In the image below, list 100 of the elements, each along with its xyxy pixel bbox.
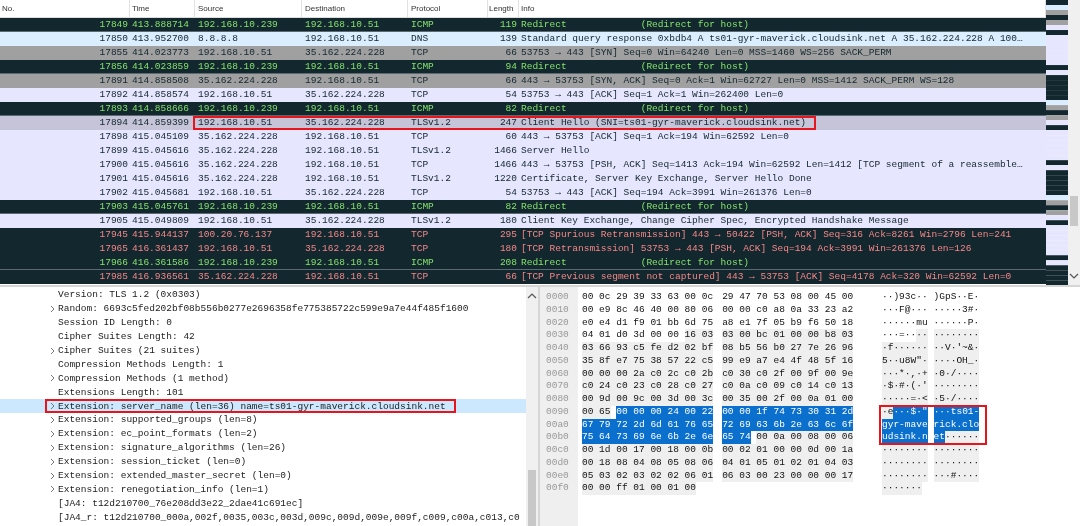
table-cell-text: TCP xyxy=(410,271,430,283)
column-header[interactable]: Protocol xyxy=(408,0,488,17)
expand-icon[interactable] xyxy=(49,457,55,466)
table-cell-text: Certificate, Server Key Exchange, Server Hello Done xyxy=(520,173,812,185)
packet-row[interactable]: 17893 414.858666 192.168.10.239 192.168.10.51 ICMP 82 Redirect (Redirect for host) xyxy=(0,102,1046,116)
tree-item[interactable]: Cipher Suites (21 suites) xyxy=(0,343,526,358)
scroll-down-icon[interactable] xyxy=(1069,273,1079,279)
packet-row[interactable]: 17905 415.049809 192.168.10.51 35.162.224.228 TLSv1.2 180 Client Key Exchange, Change Cipher Spec, Encrypted Handshake Message xyxy=(0,214,1046,228)
table-cell-text: 192.168.10.51 xyxy=(304,60,381,73)
packet-row[interactable]: 17901 415.045616 35.162.224.228 192.168.10.51 TLSv1.2 1220 Certificate, Server Key Exchange, Server Hello Done xyxy=(0,172,1046,186)
tree-item[interactable]: [JA4_r: t12d210700_000a,002f,0035,003c,003d,009c,009d,009e,009f,c009,c00a,c013,c0 xyxy=(0,510,526,525)
expand-icon[interactable] xyxy=(49,471,55,480)
packet-row[interactable]: 17965 416.361437 192.168.10.51 35.162.224.228 TCP 180 [TCP Retransmission] 53753 → 443 [PSH, ACK] Seq=194 Ack=3991 Win=261376 Len=126 xyxy=(0,242,1046,256)
ascii-text: )GpS··E· xyxy=(933,291,980,304)
field-text: Extension: ec_point_formats (len=2) xyxy=(57,428,258,440)
scroll-thumb[interactable] xyxy=(1070,196,1078,226)
packet-row[interactable]: 17899 415.045616 35.162.224.228 192.168.10.51 TLSv1.2 1466 Server Hello xyxy=(0,144,1046,158)
table-cell-text: 192.168.10.239 xyxy=(197,256,279,269)
scrollbar[interactable] xyxy=(526,287,538,526)
tree-item[interactable]: Extension: supported_groups (len=8) xyxy=(0,413,526,427)
packet-row[interactable]: 17894 414.859399 192.168.10.51 35.162.224.228 TLSv1.2 247 Client Hello (SNI=ts01-gyr-maverick.cloudsink.net) xyxy=(0,116,1046,130)
table-cell-text: 415.944137 xyxy=(131,229,190,241)
column-header[interactable]: Source xyxy=(195,0,302,17)
packet-row[interactable]: 17966 416.361586 192.168.10.239 192.168.10.51 ICMP 208 Redirect (Redirect for host) xyxy=(0,256,1046,270)
tree-item[interactable]: Extension: signature_algorithms (len=26) xyxy=(0,440,526,455)
tree-item[interactable]: Extension: extended_master_secret (len=0) xyxy=(0,468,526,483)
table-cell-text: 17892 xyxy=(98,89,129,101)
table-cell-text: [TCP Previous segment not captured] 443 → 53753 [ACK] Seq=4178 Ack=320 Win=62592 Len=0 xyxy=(520,271,1012,283)
column-header[interactable]: Length xyxy=(488,0,519,17)
scroll-up-icon[interactable] xyxy=(527,293,537,299)
expand-icon[interactable] xyxy=(49,304,55,313)
expand-icon[interactable] xyxy=(49,402,55,411)
scroll-thumb[interactable] xyxy=(528,470,536,526)
tree-item[interactable]: Extension: session_ticket (len=0) xyxy=(0,454,526,469)
expand-icon[interactable] xyxy=(49,374,55,383)
packet-row[interactable]: 17985 416.936561 35.162.224.228 192.168.10.51 TCP 66 [TCP Previous segment not captured] 443 → 53753 [ACK] Seq=4178 Ack=320 Win=62592 Len=0 xyxy=(0,270,1046,284)
packet-row[interactable]: 17850 413.952700 8.8.8.8 192.168.10.51 DNS 139 Standard query response 0xbdb4 A ts01-gyr-maverick.cloudsink.net A 35.162.224.228 A 100… xyxy=(0,32,1046,46)
hex-bytes: c0 24 c0 23 c0 28 c0 27 xyxy=(582,380,714,393)
table-cell-text: TCP xyxy=(410,131,430,143)
table-cell-text: 192.168.10.51 xyxy=(304,102,381,115)
tree-item[interactable]: Session ID Length: 0 xyxy=(0,315,526,330)
tree-item[interactable]: Compression Methods (1 method) xyxy=(0,371,526,386)
tree-item[interactable]: Extension: server_name (len=36) name=ts01-gyr-maverick.cloudsink.net xyxy=(0,399,526,413)
table-cell-text: 17905 xyxy=(98,215,129,227)
packet-row[interactable]: 17945 415.944137 100.20.76.137 192.168.10.51 TCP 295 [TCP Spurious Retransmission] 443 → 50422 [PSH, ACK] Seq=316 Ack=8261 Win=2796 Len=241 xyxy=(0,228,1046,242)
tree-item[interactable]: Random: 6693c5fed202bf08b556b0277e2696358fe775385722c599e9a7e44f485f1600 xyxy=(0,301,526,316)
byte-offset: 0010 xyxy=(546,303,570,317)
expand-icon[interactable] xyxy=(49,485,55,494)
packet-row[interactable]: 17849 413.888714 192.168.10.239 192.168.10.51 ICMP 119 Redirect (Redirect for host) xyxy=(0,18,1046,32)
packet-minimap[interactable] xyxy=(1046,0,1068,285)
table-cell-text: 66 xyxy=(504,47,518,59)
packet-row[interactable]: 17855 414.023773 192.168.10.51 35.162.224.228 TCP 66 53753 → 443 [SYN] Seq=0 Win=64240 Len=0 MSS=1460 WS=256 SACK_PERM xyxy=(0,46,1046,60)
hex-bytes: 00 35 00 2f 00 0a 01 00 xyxy=(722,393,854,406)
table-cell-text: 192.168.10.51 xyxy=(304,256,381,269)
packet-row[interactable]: 17900 415.045616 35.162.224.228 192.168.10.51 TCP 1466 443 → 53753 [PSH, ACK] Seq=1413 Ack=194 Win=62592 Len=1412 [TCP segment of a reassemble… xyxy=(0,158,1046,172)
table-cell-text: 414.023859 xyxy=(131,60,190,73)
ascii-text: ·····=·< xyxy=(882,393,928,406)
expand-icon[interactable] xyxy=(49,415,55,424)
column-header[interactable]: Destination xyxy=(302,0,408,17)
table-cell-text: 208 xyxy=(498,256,518,269)
tree-item[interactable]: Version: TLS 1.2 (0x0303) xyxy=(0,288,526,302)
table-cell-text: 17902 xyxy=(98,187,129,199)
table-cell-text: [TCP Spurious Retransmission] 443 → 50422 [PSH, ACK] Seq=316 Ack=8261 Win=2796 Len=241 xyxy=(520,229,1012,241)
table-cell-text: 295 xyxy=(498,229,518,241)
byte-offset: 0000 xyxy=(546,291,570,304)
table-cell-text: 35.162.224.228 xyxy=(304,47,386,59)
column-header[interactable]: No. xyxy=(0,0,130,17)
table-cell-text: 192.168.10.239 xyxy=(197,200,279,213)
hex-bytes: 16 03 xyxy=(684,329,714,342)
field-text: Cipher Suites Length: 42 xyxy=(57,331,195,343)
table-cell-text: TCP xyxy=(410,159,430,171)
packet-row[interactable]: 17903 415.045761 192.168.10.239 192.168.10.51 ICMP 82 Redirect (Redirect for host) xyxy=(0,200,1046,214)
packet-row[interactable]: 17892 414.858574 192.168.10.51 35.162.224.228 TCP 54 53753 → 443 [ACK] Seq=1 Ack=1 Win=262400 Len=0 xyxy=(0,88,1046,102)
ascii-text: ·· xyxy=(916,329,928,342)
packet-row[interactable]: 17856 414.023859 192.168.10.239 192.168.10.51 ICMP 94 Redirect (Redirect for host) xyxy=(0,60,1046,74)
tree-item[interactable]: Cipher Suites Length: 42 xyxy=(0,329,526,344)
ascii-text: ···F@··· xyxy=(882,303,928,317)
tree-item[interactable]: Extension: renegotiation_info (len=1) xyxy=(0,482,526,497)
table-cell-text: ICMP xyxy=(410,18,435,31)
table-cell-text: 82 xyxy=(504,200,518,213)
table-cell-text: 35.162.224.228 xyxy=(197,173,279,185)
tree-item[interactable]: Compression Methods Length: 1 xyxy=(0,357,526,372)
packet-row[interactable]: 17898 415.045109 35.162.224.228 192.168.10.51 TCP 60 443 → 53753 [ACK] Seq=1 Ack=194 Win=62592 Len=0 xyxy=(0,130,1046,144)
field-text: Extension: renegotiation_info (len=1) xyxy=(57,483,269,495)
scrollbar[interactable] xyxy=(1068,0,1080,285)
column-header[interactable]: Time xyxy=(130,0,195,17)
table-cell-text: TCP xyxy=(410,47,430,59)
expand-icon[interactable] xyxy=(49,443,55,452)
tree-item[interactable]: [JA4: t12d210700_76e208dd3e22_2dae41c691ec] xyxy=(0,496,526,511)
tree-item[interactable]: Extension: ec_point_formats (len=2) xyxy=(0,426,526,441)
table-cell-text: 192.168.10.239 xyxy=(197,60,279,73)
packet-row[interactable]: 17891 414.858508 35.162.224.228 192.168.10.51 TCP 66 443 → 53753 [SYN, ACK] Seq=0 Ack=1 Win=62727 Len=0 MSS=1412 SACK_PERM WS=128 xyxy=(0,74,1046,88)
table-cell-text: 66 xyxy=(504,75,518,87)
table-cell-text: 17898 xyxy=(98,131,129,143)
packet-row[interactable]: 17902 415.045681 192.168.10.51 35.162.224.228 TCP 54 53753 → 443 [ACK] Seq=194 Ack=3991 Win=261376 Len=0 xyxy=(0,186,1046,200)
expand-icon[interactable] xyxy=(49,429,55,438)
table-cell-text: 180 xyxy=(498,243,518,255)
tree-item[interactable]: Extensions Length: 101 xyxy=(0,385,526,400)
expand-icon[interactable] xyxy=(49,346,55,355)
table-cell-text: TCP xyxy=(410,243,430,255)
